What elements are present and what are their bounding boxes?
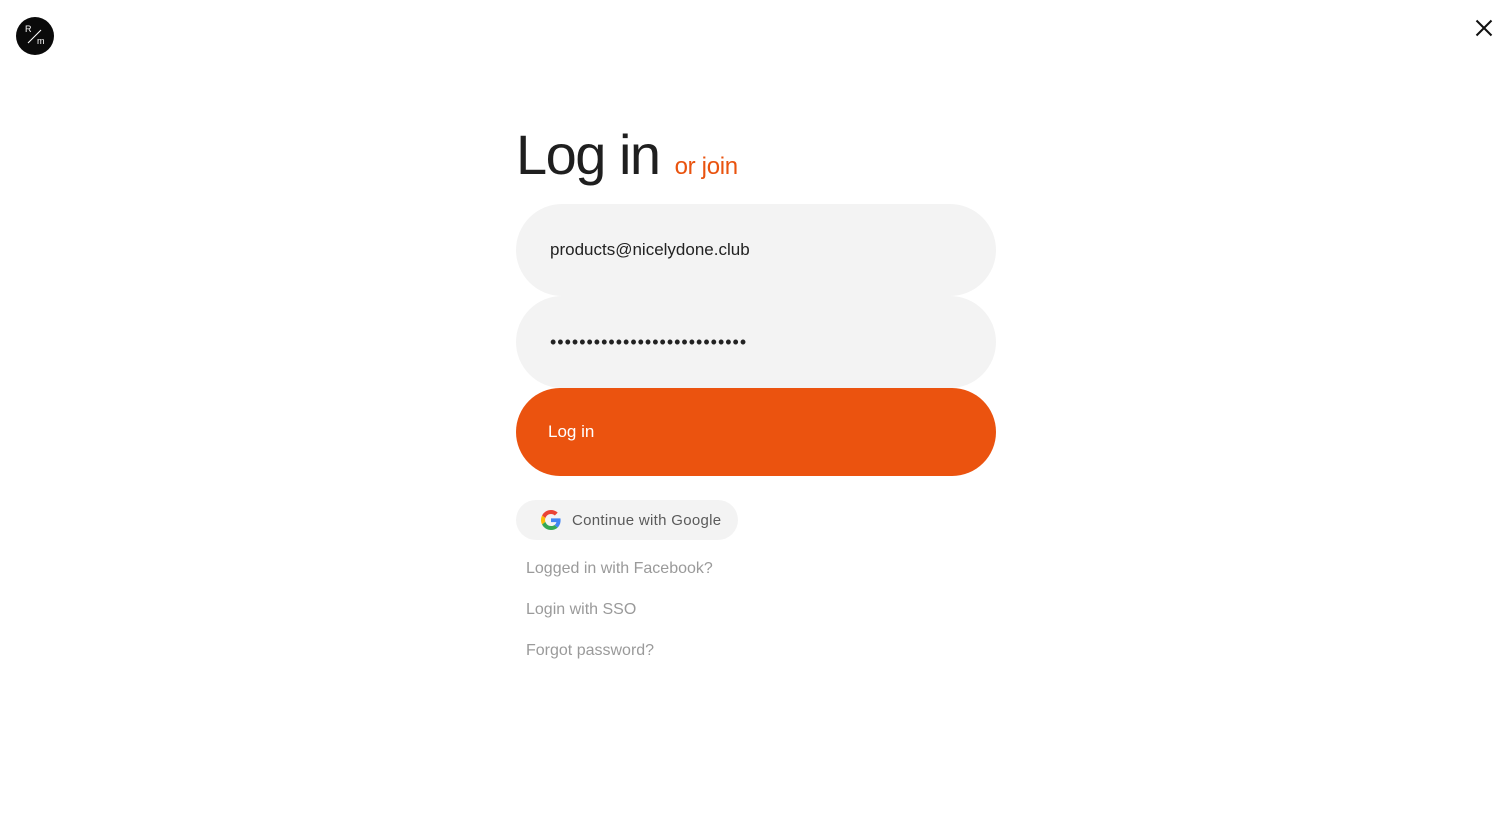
password-field[interactable]: ••••••••••••••••••••••••••• <box>516 296 996 388</box>
close-icon <box>1475 19 1493 37</box>
login-form: Log in or join products@nicelydone.club … <box>516 120 996 681</box>
sso-login-link[interactable]: Login with SSO <box>526 599 996 640</box>
heading-row: Log in or join <box>516 120 996 204</box>
brand-logo[interactable]: R m <box>16 17 54 55</box>
page-title: Log in <box>516 123 661 186</box>
continue-with-google-button[interactable]: Continue with Google <box>516 500 739 540</box>
close-button[interactable] <box>1470 14 1498 42</box>
logo-slash-icon <box>27 29 42 44</box>
login-button[interactable]: Log in <box>516 388 996 476</box>
join-link[interactable]: or join <box>675 153 739 181</box>
logo-letter-m: m <box>37 36 45 46</box>
email-value: products@nicelydone.club <box>550 240 750 259</box>
password-value: ••••••••••••••••••••••••••• <box>550 331 748 352</box>
secondary-links: Logged in with Facebook? Login with SSO … <box>516 558 996 681</box>
google-button-label: Continue with Google <box>572 511 722 529</box>
email-field[interactable]: products@nicelydone.club <box>516 204 996 296</box>
login-page: R m Log in or join products@nicelydone.c… <box>0 0 1512 814</box>
login-button-label: Log in <box>548 422 595 441</box>
google-icon <box>541 510 561 530</box>
forgot-password-link[interactable]: Forgot password? <box>526 640 996 681</box>
facebook-login-link[interactable]: Logged in with Facebook? <box>526 558 996 599</box>
